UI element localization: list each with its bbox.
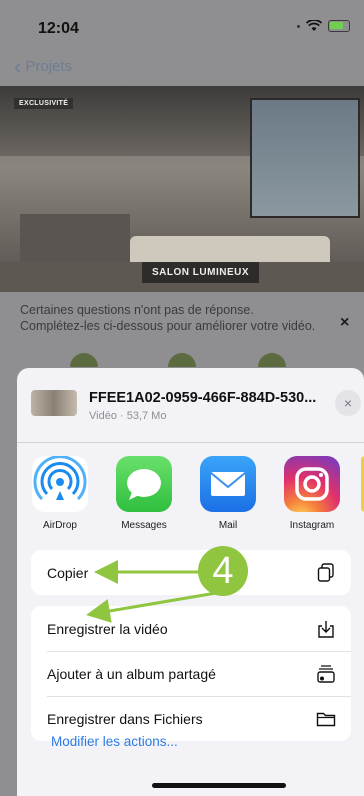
action-label: Enregistrer dans Fichiers	[47, 710, 203, 727]
action-label: Copier	[47, 564, 89, 581]
share-app-messages[interactable]: Messages	[113, 456, 175, 531]
battery-icon	[328, 20, 350, 32]
chevron-left-icon: ‹	[14, 53, 22, 79]
file-meta: Vidéo · 53,7 Mo	[89, 410, 167, 422]
file-name: FFEE1A02-0959-466F-884D-530...	[89, 390, 317, 406]
prompt-options-row	[70, 353, 290, 367]
status-bar: 12:04	[0, 0, 364, 54]
back-label: Projets	[25, 58, 73, 75]
mail-icon	[200, 456, 256, 512]
share-apps-row: AirDrop Messages Mail Instagram	[17, 456, 364, 546]
signal-icon	[297, 24, 300, 28]
airdrop-icon	[32, 456, 88, 512]
prompt-option-icon[interactable]	[258, 353, 286, 367]
exclusivity-badge: EXCLUSIVITÉ	[14, 98, 74, 109]
wifi-icon	[306, 20, 322, 31]
file-thumbnail	[31, 390, 77, 416]
prompt-option-icon[interactable]	[168, 353, 196, 367]
share-app-airdrop[interactable]: AirDrop	[29, 456, 91, 531]
app-label: Mail	[218, 520, 238, 531]
shared-file-header: FFEE1A02-0959-466F-884D-530... Vidéo · 5…	[31, 384, 361, 424]
home-indicator	[152, 783, 286, 788]
share-app-mail[interactable]: Mail	[197, 456, 259, 531]
action-label: Enregistrer la vidéo	[47, 620, 168, 637]
app-label: Instagram	[289, 520, 335, 531]
action-copy[interactable]: Copier	[31, 550, 351, 595]
status-icons	[297, 20, 350, 32]
messages-icon	[116, 456, 172, 512]
app-label: Messages	[121, 520, 167, 531]
status-time: 12:04	[38, 20, 79, 37]
share-app-instagram[interactable]: Instagram	[281, 456, 343, 531]
missing-answers-prompt: Certaines questions n'ont pas de réponse…	[20, 303, 316, 333]
prompt-option-icon[interactable]	[70, 353, 98, 367]
instagram-icon	[284, 456, 340, 512]
prompt-close-button[interactable]: ×	[340, 314, 349, 332]
copy-icon	[315, 562, 337, 584]
share-sheet: FFEE1A02-0959-466F-884D-530... Vidéo · 5…	[17, 368, 364, 796]
room-label: SALON LUMINEUX	[142, 262, 259, 283]
back-button[interactable]: ‹ Projets	[14, 53, 73, 79]
modify-actions-link[interactable]: Modifier les actions...	[51, 734, 178, 749]
action-group-save: Enregistrer la vidéo Ajouter à un album …	[31, 606, 351, 741]
action-group-copy: Copier	[31, 550, 351, 595]
step-number-badge: 4	[198, 546, 248, 596]
app-label: AirDrop	[43, 520, 77, 531]
save-download-icon	[315, 618, 337, 640]
shared-album-icon	[315, 663, 337, 685]
action-save-video[interactable]: Enregistrer la vidéo	[31, 606, 351, 651]
divider	[17, 442, 364, 443]
close-sheet-button[interactable]: ×	[335, 390, 361, 416]
action-add-shared-album[interactable]: Ajouter à un album partagé	[31, 651, 351, 696]
action-label: Ajouter à un album partagé	[47, 665, 216, 682]
folder-icon	[315, 708, 337, 730]
